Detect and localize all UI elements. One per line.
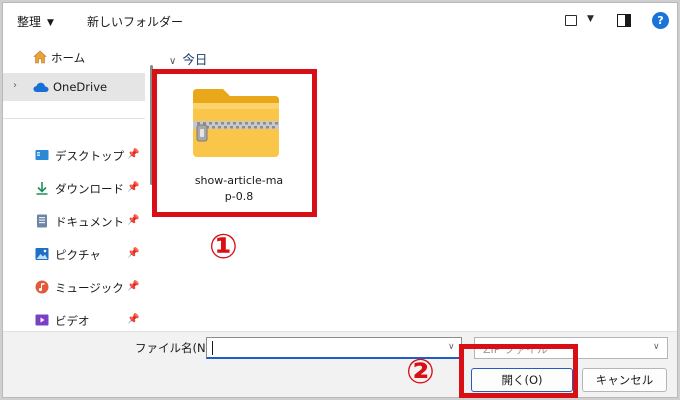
sidebar-item-label: ピクチャ bbox=[55, 248, 101, 262]
cancel-button[interactable]: キャンセル bbox=[582, 368, 667, 392]
preview-pane-icon[interactable] bbox=[617, 14, 631, 27]
annotation-highlight-file bbox=[152, 69, 317, 217]
chevron-down-icon: ∨ bbox=[169, 56, 177, 67]
pin-icon[interactable]: 📌 bbox=[127, 281, 139, 292]
file-type-chevron-down-icon[interactable]: ∨ bbox=[653, 342, 660, 352]
organize-menu-button[interactable]: 整理 ▼ bbox=[17, 13, 54, 30]
document-icon bbox=[37, 214, 47, 228]
chevron-down-icon: ▼ bbox=[47, 18, 54, 28]
pictures-icon bbox=[35, 248, 49, 260]
pin-icon[interactable]: 📌 bbox=[127, 149, 139, 160]
navigation-pane: ホーム › OneDrive デスクトップ 📌 ダウンロード 📌 ドキュメント … bbox=[3, 39, 147, 331]
video-icon bbox=[35, 314, 49, 326]
new-folder-button[interactable]: 新しいフォルダー bbox=[87, 13, 183, 30]
pin-icon[interactable]: 📌 bbox=[127, 182, 139, 193]
sidebar-item-documents[interactable]: ドキュメント 📌 bbox=[3, 207, 145, 235]
help-icon[interactable]: ? bbox=[652, 12, 669, 29]
sidebar-item-onedrive[interactable]: › OneDrive bbox=[3, 73, 145, 101]
sidebar-item-home[interactable]: ホーム bbox=[3, 43, 145, 71]
pin-icon[interactable]: 📌 bbox=[127, 314, 139, 325]
pin-icon[interactable]: 📌 bbox=[127, 215, 139, 226]
sidebar-item-downloads[interactable]: ダウンロード 📌 bbox=[3, 174, 145, 202]
filename-chevron-down-icon[interactable]: ∨ bbox=[448, 342, 455, 352]
sidebar-item-desktop[interactable]: デスクトップ 📌 bbox=[3, 141, 145, 169]
sidebar-divider bbox=[3, 118, 145, 119]
sidebar-item-label: ドキュメント bbox=[55, 215, 124, 229]
filename-label: ファイル名(N): bbox=[135, 341, 214, 355]
file-open-dialog: 整理 ▼ 新しいフォルダー ▼ ? ホーム › OneDrive デスクトップ bbox=[2, 2, 678, 398]
view-chevron-down-icon[interactable]: ▼ bbox=[587, 14, 594, 24]
sidebar-item-music[interactable]: ミュージック 📌 bbox=[3, 273, 145, 301]
download-icon bbox=[36, 182, 48, 195]
sidebar-item-label: ミュージック bbox=[55, 281, 124, 295]
toolbar: 整理 ▼ 新しいフォルダー ▼ ? bbox=[3, 3, 677, 39]
desktop-icon bbox=[35, 150, 49, 160]
sidebar-item-label: OneDrive bbox=[53, 80, 108, 94]
annotation-badge-1: ① bbox=[209, 227, 238, 267]
group-header-today[interactable]: ∨ 今日 bbox=[169, 49, 207, 68]
annotation-highlight-open-button bbox=[459, 344, 578, 398]
sidebar-item-label: ビデオ bbox=[55, 314, 90, 328]
sidebar-item-videos[interactable]: ビデオ 📌 bbox=[3, 306, 145, 334]
pin-icon[interactable]: 📌 bbox=[127, 248, 139, 259]
sidebar-item-label: ダウンロード bbox=[55, 182, 124, 196]
annotation-badge-2: ② bbox=[406, 352, 435, 392]
chevron-right-icon[interactable]: › bbox=[13, 80, 17, 91]
home-icon bbox=[33, 50, 47, 64]
group-header-label: 今日 bbox=[182, 52, 208, 67]
sidebar-item-pictures[interactable]: ピクチャ 📌 bbox=[3, 240, 145, 268]
sidebar-item-label: ホーム bbox=[51, 51, 86, 65]
cloud-icon bbox=[33, 82, 49, 92]
music-icon bbox=[35, 280, 49, 294]
view-options-icon[interactable] bbox=[565, 15, 577, 26]
sidebar-item-label: デスクトップ bbox=[55, 149, 124, 163]
organize-label: 整理 bbox=[17, 15, 42, 29]
